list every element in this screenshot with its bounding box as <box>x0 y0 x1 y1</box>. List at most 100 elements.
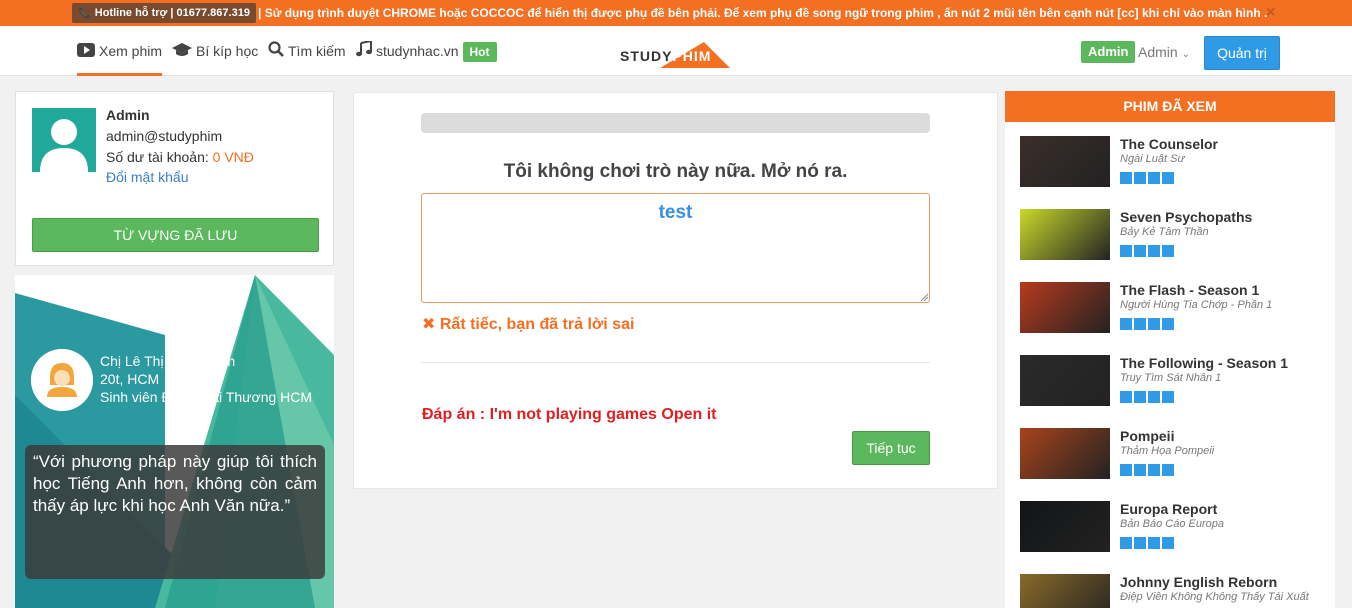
rating-box-icon <box>1134 172 1146 184</box>
movie-title[interactable]: Johnny English Reborn <box>1120 574 1277 590</box>
movie-title[interactable]: Seven Psychopaths <box>1120 209 1252 225</box>
play-icon <box>77 27 95 77</box>
movie-poster[interactable] <box>1020 574 1110 608</box>
resize-handle-icon[interactable] <box>920 293 928 301</box>
graduation-cap-icon <box>172 27 192 77</box>
movie-title[interactable]: The Flash - Season 1 <box>1120 282 1259 298</box>
movie-title[interactable]: The Following - Season 1 <box>1120 355 1288 371</box>
testimonial-name: Chị Lê Thị Ngọc Loan <box>100 353 236 369</box>
music-icon <box>356 27 372 77</box>
movie-subtitle: Thảm Họa Pompeii <box>1120 445 1215 457</box>
movie-title[interactable]: The Counselor <box>1120 136 1218 152</box>
rating-box-icon <box>1134 537 1146 549</box>
rating-box-icon <box>1148 318 1160 330</box>
rating-box-icon <box>1134 318 1146 330</box>
answer-value: test <box>658 202 693 223</box>
rating-box-icon <box>1148 464 1160 476</box>
movie-subtitle: Người Hùng Tia Chớp - Phần 1 <box>1120 299 1273 311</box>
admin-badge: Admin <box>1081 41 1136 63</box>
rating-box-icon <box>1134 464 1146 476</box>
rating-stars <box>1120 463 1176 476</box>
movie-poster[interactable] <box>1020 355 1110 406</box>
movie-poster[interactable] <box>1020 501 1110 552</box>
rating-box-icon <box>1134 391 1146 403</box>
movie-item[interactable]: The Counselor Ngài Luật Sư <box>1020 136 1320 188</box>
balance-label: Số dư tài khoản: <box>106 149 209 165</box>
movie-title[interactable]: Pompeii <box>1120 428 1174 444</box>
quiz-prompt: Tôi không chơi trò này nữa. Mở nó ra. <box>503 161 848 182</box>
nav-label: studynhac.vn <box>376 43 459 59</box>
nav-item-xem-phim[interactable]: Xem phim <box>77 26 163 77</box>
rating-box-icon <box>1162 245 1174 257</box>
nav-label: Xem phim <box>99 43 163 59</box>
movie-item[interactable]: Europa Report Bản Báo Cáo Europa <box>1020 501 1320 553</box>
testimonial-avatar-icon <box>31 349 93 411</box>
balance-value: 0 VNĐ <box>212 149 254 165</box>
movie-item[interactable]: Johnny English Reborn Điệp Viên Không Khô… <box>1020 574 1320 608</box>
notice-text: | Sử dụng trình duyệt CHROME hoặc COCCOC… <box>258 6 1268 20</box>
rating-box-icon <box>1148 172 1160 184</box>
rating-stars <box>1120 171 1176 184</box>
testimonial-school: Sinh viên ĐH Ngoại Thương HCM <box>100 389 313 405</box>
change-password-link[interactable]: Đổi mật khẩu <box>106 169 188 185</box>
nav-label: Bí kíp học <box>196 43 259 59</box>
quiz-progress-bar <box>421 113 930 133</box>
notice-bar: 📞 Hotline hỗ trợ | 01677.867.319 | Sử dụ… <box>0 0 1352 26</box>
answer-textarea[interactable]: test <box>421 193 930 303</box>
admin-dropdown[interactable]: Admin ⌄ <box>1138 41 1190 66</box>
movie-subtitle: Bảy Kẻ Tâm Thần <box>1120 226 1209 238</box>
rating-box-icon <box>1120 537 1132 549</box>
admin-name: Admin <box>1138 44 1178 60</box>
correct-answer: Đáp án : I'm not playing games Open it <box>422 406 717 423</box>
watched-movies-title: PHIM ĐÃ XEM <box>1005 91 1335 122</box>
movie-subtitle: Bản Báo Cáo Europa <box>1120 518 1224 530</box>
movie-subtitle: Truy Tìm Sát Nhân 1 <box>1120 372 1222 384</box>
movie-title[interactable]: Europa Report <box>1120 501 1217 517</box>
testimonial-info: Chị Lê Thị Ngọc Loan 20t, HCM Sinh viên … <box>100 352 312 406</box>
movie-item[interactable]: The Flash - Season 1 Người Hùng Tia Chớp … <box>1020 282 1320 334</box>
rating-stars <box>1120 244 1176 257</box>
wrong-answer-message: ✖ Rất tiếc, bạn đã trả lời sai <box>422 314 634 334</box>
testimonial-quote: “Với phương pháp này giúp tôi thích học … <box>25 445 325 579</box>
profile-name: Admin <box>106 107 150 123</box>
movie-item[interactable]: The Following - Season 1 Truy Tìm Sát Nhâ… <box>1020 355 1320 407</box>
rating-box-icon <box>1120 245 1132 257</box>
watched-movies-panel: PHIM ĐÃ XEM The Counselor Ngài Luật Sư Sev… <box>1005 91 1335 608</box>
rating-box-icon <box>1134 245 1146 257</box>
profile-card: Admin admin@studyphim Số dư tài khoản: 0… <box>15 91 334 266</box>
movie-subtitle: Điệp Viên Không Không Thấy Tái Xuất <box>1120 591 1309 603</box>
movie-item[interactable]: Pompeii Thảm Họa Pompeii <box>1020 428 1320 480</box>
admin-panel-button[interactable]: Quản trị <box>1204 36 1280 70</box>
rating-box-icon <box>1162 537 1174 549</box>
saved-vocabulary-button[interactable]: TỪ VỰNG ĐÃ LƯU <box>32 218 319 252</box>
divider <box>421 362 930 363</box>
movie-item[interactable]: Seven Psychopaths Bảy Kẻ Tâm Thần <box>1020 209 1320 261</box>
movie-subtitle: Ngài Luật Sư <box>1120 153 1185 165</box>
rating-stars <box>1120 317 1176 330</box>
quiz-panel: Tôi không chơi trò này nữa. Mở nó ra. te… <box>353 92 998 489</box>
profile-email: admin@studyphim <box>106 128 223 144</box>
rating-box-icon <box>1120 391 1132 403</box>
close-icon[interactable]: × <box>1266 0 1275 26</box>
nav-item-bi-kip-hoc[interactable]: Bí kíp học <box>172 26 258 76</box>
rating-box-icon <box>1148 391 1160 403</box>
nav-label: Tìm kiếm <box>288 43 346 59</box>
rating-box-icon <box>1162 391 1174 403</box>
continue-button[interactable]: Tiếp tục <box>852 431 930 465</box>
rating-box-icon <box>1148 245 1160 257</box>
movie-poster[interactable] <box>1020 136 1110 187</box>
logo-phim: PHIM <box>672 48 712 64</box>
rating-stars <box>1120 536 1176 549</box>
rating-box-icon <box>1120 318 1132 330</box>
nav-item-tim-kiem[interactable]: Tìm kiếm <box>268 26 346 76</box>
nav-item-studynhac[interactable]: studynhac.vn Hot <box>356 26 497 76</box>
rating-stars <box>1120 390 1176 403</box>
testimonial-age-city: 20t, HCM <box>100 371 160 387</box>
hotline-badge: 📞 Hotline hỗ trợ | 01677.867.319 <box>72 3 256 23</box>
movie-poster[interactable] <box>1020 209 1110 260</box>
search-icon <box>268 27 284 77</box>
studyphim-logo[interactable]: STUDYPHIM <box>620 36 732 72</box>
movie-poster[interactable] <box>1020 428 1110 479</box>
movie-poster[interactable] <box>1020 282 1110 333</box>
user-avatar-icon <box>32 108 96 172</box>
